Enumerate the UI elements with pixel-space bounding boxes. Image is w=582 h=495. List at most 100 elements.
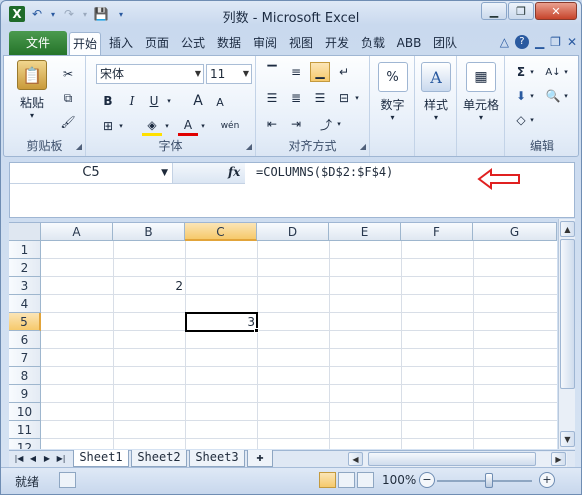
page-break-view-icon[interactable] [357,472,374,488]
horizontal-scrollbar[interactable]: ◀ ▶ [348,452,567,467]
underline-dropdown-icon[interactable]: ▾ [164,91,174,111]
name-box[interactable]: C5 ▼ [10,163,173,184]
cell-b3[interactable]: 2 [113,277,185,295]
insert-sheet-icon[interactable]: ✚ [247,450,273,467]
column-header-a[interactable]: A [41,223,113,241]
row-header-9[interactable]: 9 [9,385,41,403]
minimize-button[interactable]: ▁ [481,2,507,20]
font-launcher-icon[interactable]: ◢ [246,142,252,151]
vertical-scrollbar[interactable]: ▲ ▼ [558,219,575,449]
tab-team[interactable]: 团队 [429,32,461,55]
decrease-indent-icon[interactable]: ⇤ [262,114,282,134]
sheet-tab-sheet2[interactable]: Sheet2 [131,450,187,467]
workbook-restore-icon[interactable]: ❐ [550,35,561,49]
merge-dropdown-icon[interactable]: ▾ [352,88,362,108]
font-color-dropdown-icon[interactable]: ▾ [198,116,208,136]
row-header-10[interactable]: 10 [9,403,41,421]
formula-input[interactable]: =COLUMNS($D$2:$F$4) [256,165,393,179]
page-layout-view-icon[interactable] [338,472,355,488]
format-painter-icon[interactable]: 🖌 [58,112,78,132]
fill-color-icon[interactable]: ◈ [142,116,162,136]
merge-center-icon[interactable]: ⊟ [334,88,354,108]
insert-function-button[interactable]: fx [228,165,240,179]
find-select-dropdown-icon[interactable]: ▾ [561,86,571,106]
tab-review[interactable]: 审阅 [249,32,281,55]
zoom-out-button[interactable]: − [419,472,435,488]
find-select-icon[interactable]: 🔍 [543,86,563,106]
align-middle-icon[interactable]: ≡ [286,62,306,82]
sort-filter-icon[interactable]: A↓ [543,62,563,82]
font-size-combo[interactable]: 11 ▼ [206,64,252,84]
tab-file[interactable]: 文件 [9,31,67,55]
help-icon[interactable]: ? [514,35,529,49]
row-header-1[interactable]: 1 [9,241,41,259]
scroll-down-icon[interactable]: ▼ [560,431,575,447]
cells-button[interactable]: ▦ 单元格 ▾ [459,62,503,122]
zoom-level[interactable]: 100% [382,473,416,487]
wrap-text-icon[interactable]: ↵ [334,62,354,82]
orientation-dropdown-icon[interactable]: ▾ [334,114,344,134]
tab-home[interactable]: 开始 [69,32,101,55]
alignment-launcher-icon[interactable]: ◢ [360,142,366,151]
sheet-tab-sheet3[interactable]: Sheet3 [189,450,245,467]
number-format-button[interactable]: % 数字 ▾ [374,62,411,122]
paste-button[interactable]: 📋 粘贴 ▾ [12,60,52,120]
row-header-7[interactable]: 7 [9,349,41,367]
align-top-icon[interactable]: ▔ [262,62,282,82]
row-header-6[interactable]: 6 [9,331,41,349]
column-header-b[interactable]: B [113,223,185,241]
underline-button[interactable]: U [144,91,164,111]
row-header-12[interactable]: 12 [9,439,41,449]
worksheet-grid[interactable]: A B C D E F G 1 2 3 4 5 6 7 8 9 10 11 12 [9,222,557,449]
last-sheet-icon[interactable]: ▶| [55,453,67,465]
borders-dropdown-icon[interactable]: ▾ [116,116,126,136]
align-bottom-icon[interactable]: ▁ [310,62,330,82]
macro-record-icon[interactable] [59,472,76,488]
zoom-slider-knob[interactable] [485,473,493,488]
row-header-5[interactable]: 5 [9,313,41,331]
align-center-icon[interactable]: ≣ [286,88,306,108]
orientation-icon[interactable]: ⤴ [316,114,336,134]
vertical-scroll-thumb[interactable] [560,239,575,389]
clear-dropdown-icon[interactable]: ▾ [527,110,537,130]
row-header-8[interactable]: 8 [9,367,41,385]
clipboard-launcher-icon[interactable]: ◢ [76,142,82,151]
scroll-left-icon[interactable]: ◀ [348,452,363,466]
tab-view[interactable]: 视图 [285,32,317,55]
normal-view-icon[interactable] [319,472,336,488]
autosum-dropdown-icon[interactable]: ▾ [527,62,537,82]
sort-filter-dropdown-icon[interactable]: ▾ [561,62,571,82]
copy-icon[interactable]: ⧉ [58,88,78,108]
horizontal-scroll-thumb[interactable] [368,452,536,466]
tab-load[interactable]: 负载 [357,32,389,55]
phonetic-guide-button[interactable]: wén [220,116,240,136]
tab-abb[interactable]: ABB [393,32,425,55]
prev-sheet-icon[interactable]: ◀ [27,453,39,465]
font-name-combo[interactable]: 宋体 ▼ [96,64,204,84]
grow-font-button[interactable]: A [188,91,208,111]
column-header-f[interactable]: F [401,223,473,241]
align-left-icon[interactable]: ☰ [262,88,282,108]
chevron-down-icon[interactable]: ▼ [161,163,168,183]
workbook-close-icon[interactable]: ✕ [567,35,577,49]
cell-c5[interactable]: 3 [185,313,257,331]
tab-insert[interactable]: 插入 [105,32,137,55]
styles-button[interactable]: A 样式 ▾ [418,62,454,122]
cut-icon[interactable]: ✂ [58,64,78,84]
increase-indent-icon[interactable]: ⇥ [286,114,306,134]
sheet-tab-sheet1[interactable]: Sheet1 [73,450,129,467]
row-header-11[interactable]: 11 [9,421,41,439]
column-header-c[interactable]: C [185,223,257,241]
tab-developer[interactable]: 开发 [321,32,353,55]
row-header-3[interactable]: 3 [9,277,41,295]
column-header-d[interactable]: D [257,223,329,241]
minimize-ribbon-icon[interactable]: △ [500,35,509,49]
align-right-icon[interactable]: ☰ [310,88,330,108]
scroll-up-icon[interactable]: ▲ [560,221,575,237]
fill-dropdown-icon[interactable]: ▾ [527,86,537,106]
next-sheet-icon[interactable]: ▶ [41,453,53,465]
close-button[interactable]: ✕ [535,2,577,20]
fill-color-dropdown-icon[interactable]: ▾ [162,116,172,136]
font-color-button[interactable]: A [178,116,198,136]
borders-icon[interactable]: ⊞ [98,116,118,136]
